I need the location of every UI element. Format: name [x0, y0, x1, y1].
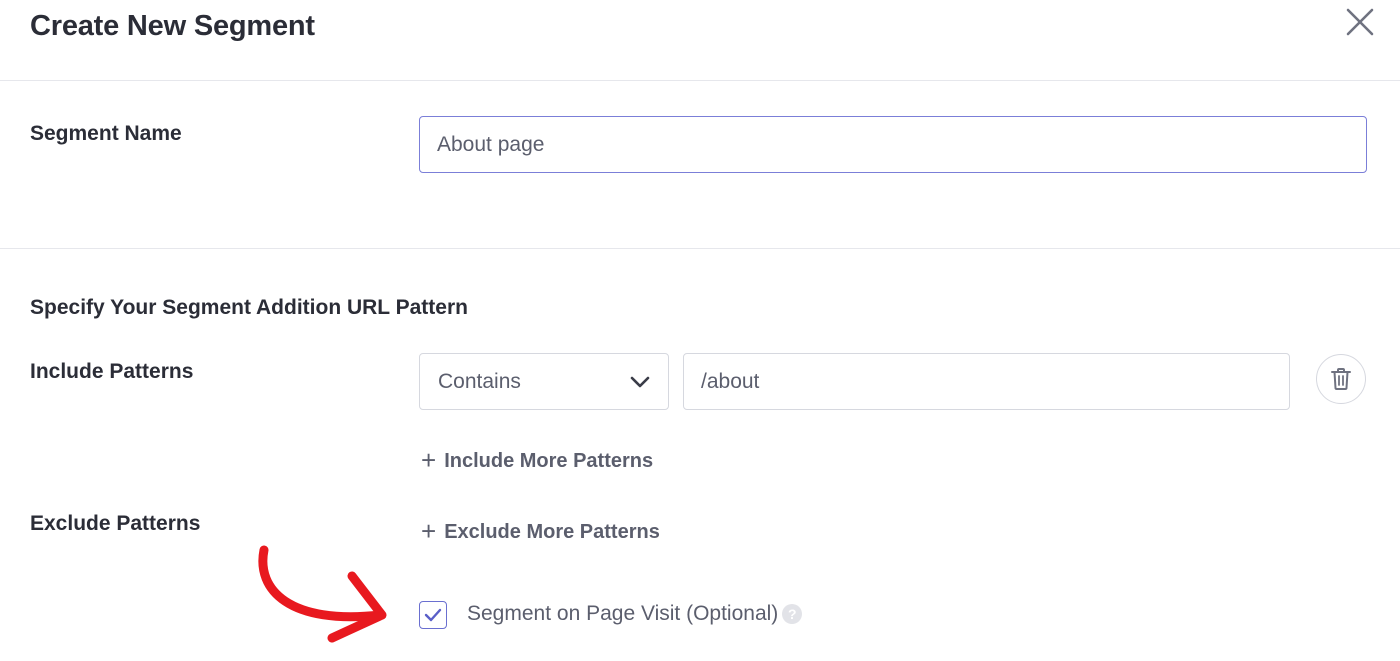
- close-icon[interactable]: [1342, 4, 1378, 40]
- plus-icon: +: [421, 445, 437, 475]
- trash-icon: [1331, 368, 1351, 390]
- red-arrow-icon: [258, 545, 387, 643]
- segment-name-label: Segment Name: [30, 122, 182, 145]
- header-divider: [0, 80, 1400, 81]
- chevron-down-icon: [630, 376, 650, 387]
- page-visit-checkbox[interactable]: [419, 601, 447, 629]
- exclude-more-patterns-button[interactable]: + Exclude More Patterns: [421, 516, 660, 546]
- modal-title: Create New Segment: [30, 10, 315, 42]
- segment-name-input[interactable]: [419, 116, 1367, 173]
- checkmark-icon: [424, 608, 442, 622]
- include-more-patterns-button[interactable]: + Include More Patterns: [421, 445, 654, 475]
- url-pattern-heading: Specify Your Segment Addition URL Patter…: [30, 296, 468, 319]
- exclude-more-label: Exclude More Patterns: [444, 521, 660, 543]
- match-type-select[interactable]: Contains: [419, 353, 669, 410]
- match-type-value: Contains: [438, 369, 521, 393]
- include-more-label: Include More Patterns: [444, 450, 654, 472]
- exclude-patterns-label: Exclude Patterns: [30, 512, 201, 535]
- include-pattern-input[interactable]: [683, 353, 1290, 410]
- help-icon[interactable]: ?: [782, 604, 803, 624]
- page-visit-label-row: Segment on Page Visit (Optional) ?: [467, 602, 803, 626]
- create-segment-modal: Create New Segment Segment Name Specify …: [0, 0, 1400, 661]
- page-visit-label: Segment on Page Visit (Optional): [467, 602, 779, 625]
- delete-pattern-button[interactable]: [1316, 354, 1366, 404]
- include-patterns-label: Include Patterns: [30, 360, 194, 383]
- plus-icon: +: [421, 516, 437, 546]
- section-divider: [0, 248, 1400, 249]
